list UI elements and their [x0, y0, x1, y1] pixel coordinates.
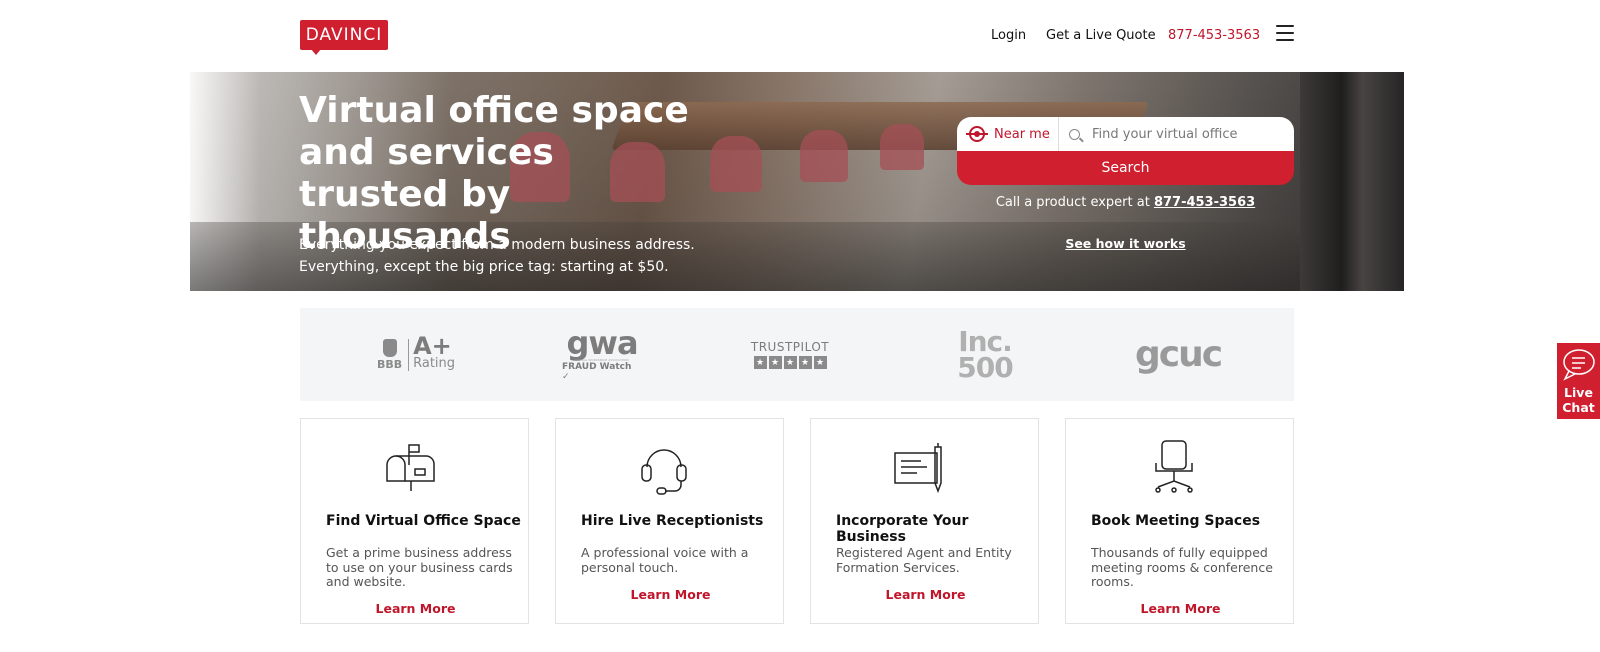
hero-subtitle-line: Everything you expect from a modern busi… — [299, 237, 695, 253]
inc-line2: 500 — [957, 350, 1013, 384]
learn-more-link[interactable]: Learn More — [1066, 601, 1295, 616]
mailbox-icon — [386, 444, 435, 491]
service-card-incorporate: Incorporate Your Business Registered Age… — [810, 418, 1039, 624]
search-widget: Near me Search — [957, 117, 1294, 185]
service-card-virtual-office: Find Virtual Office Space Get a prime bu… — [300, 418, 529, 624]
search-icon — [1069, 128, 1080, 140]
learn-more-link[interactable]: Learn More — [301, 601, 530, 616]
gwa-tagline: FRAUD Watch ✓ — [562, 361, 632, 382]
hamburger-icon[interactable] — [1276, 25, 1294, 41]
card-description: Thousands of fully equipped meeting room… — [1091, 545, 1273, 589]
service-card-meeting-spaces: Book Meeting Spaces Thousands of fully e… — [1065, 418, 1294, 624]
live-chat-label: Live Chat — [1562, 385, 1595, 415]
bbb-rating-badge: BBB A+ Rating — [376, 308, 456, 401]
trustpilot-badge: TRUSTPILOT ★ ★ ★ ★ ★ — [750, 308, 830, 401]
headset-icon — [641, 449, 687, 495]
star-icon: ★ — [798, 356, 812, 369]
call-expert-phone-link[interactable]: 877-453-3563 — [1154, 195, 1255, 210]
call-expert-line: Call a product expert at 877-453-3563 — [957, 195, 1294, 210]
hero-photo-chair — [880, 124, 924, 170]
bbb-rating-text: A+ Rating — [413, 331, 456, 373]
inc-500-badge: Inc. 500 — [950, 308, 1020, 401]
nav-live-quote-link[interactable]: Get a Live Quote — [1046, 24, 1156, 46]
see-how-it-works-link[interactable]: See how it works — [957, 236, 1294, 251]
search-bar: Near me — [957, 117, 1294, 151]
card-title: Hire Live Receptionists — [581, 513, 764, 529]
nav-phone-link[interactable]: 877-453-3563 — [1168, 24, 1260, 46]
hero-subtitle-line: Everything, except the big price tag: st… — [299, 259, 669, 275]
service-card-receptionists: Hire Live Receptionists A professional v… — [555, 418, 784, 624]
card-title: Incorporate Your Business — [836, 513, 969, 545]
nav-login-link[interactable]: Login — [991, 24, 1026, 46]
gcuc-logo-text: gcuc — [1134, 334, 1223, 375]
bbb-seal-text: BBB — [376, 357, 403, 371]
hero-photo-chair — [710, 136, 762, 192]
search-field — [1059, 117, 1294, 151]
site-header: DAVINCI Login Get a Live Quote 877-453-3… — [0, 0, 1600, 72]
search-button[interactable]: Search — [957, 151, 1294, 185]
hero-title: Virtual office space and services truste… — [299, 90, 689, 257]
live-chat-button[interactable]: Live Chat — [1557, 343, 1600, 419]
gwa-logo-text: gwa — [566, 323, 638, 362]
learn-more-link[interactable]: Learn More — [556, 587, 785, 602]
star-icon: ★ — [813, 356, 827, 369]
bbb-rating-label: Rating — [413, 355, 456, 371]
bbb-torch-icon — [382, 338, 397, 357]
search-input[interactable] — [1092, 126, 1292, 142]
trustpilot-stars: ★ ★ ★ ★ ★ — [753, 356, 827, 369]
star-icon: ★ — [768, 356, 782, 369]
gwa-fraud-watch-badge: gwa GLOBAL WORKSPACE ASSOCIATION FRAUD W… — [562, 308, 642, 401]
star-icon: ★ — [783, 356, 797, 369]
card-description: Get a prime business address to use on y… — [326, 545, 513, 589]
learn-more-link[interactable]: Learn More — [811, 587, 1040, 602]
call-expert-prefix: Call a product expert at — [995, 195, 1150, 210]
document-pen-icon — [894, 443, 942, 494]
logo-tail — [311, 49, 321, 55]
gcuc-badge: gcuc — [1134, 308, 1223, 401]
davinci-logo[interactable]: DAVINCI — [300, 20, 388, 50]
location-crosshair-icon — [966, 126, 988, 142]
card-description: Registered Agent and Entity Formation Se… — [836, 545, 1012, 575]
hero-photo-chair — [800, 130, 848, 182]
star-icon: ★ — [753, 356, 767, 369]
office-chair-icon — [1155, 440, 1193, 493]
chat-bubble-icon — [1563, 349, 1595, 381]
hero-subtitle: Everything you expect from a modern busi… — [299, 234, 719, 278]
trustpilot-name: TRUSTPILOT — [750, 340, 830, 354]
near-me-label: Near me — [994, 126, 1050, 142]
trust-badges-strip: BBB A+ Rating gwa GLOBAL WORKSPACE ASSOC… — [300, 308, 1294, 401]
card-title: Book Meeting Spaces — [1091, 513, 1261, 529]
card-title: Find Virtual Office Space — [326, 513, 521, 529]
card-description: A professional voice with a personal tou… — [581, 545, 749, 575]
near-me-button[interactable]: Near me — [957, 117, 1059, 151]
bbb-seal: BBB — [376, 338, 410, 371]
hero-photo-window — [1300, 72, 1404, 291]
bbb-grade: A+ — [413, 331, 452, 360]
